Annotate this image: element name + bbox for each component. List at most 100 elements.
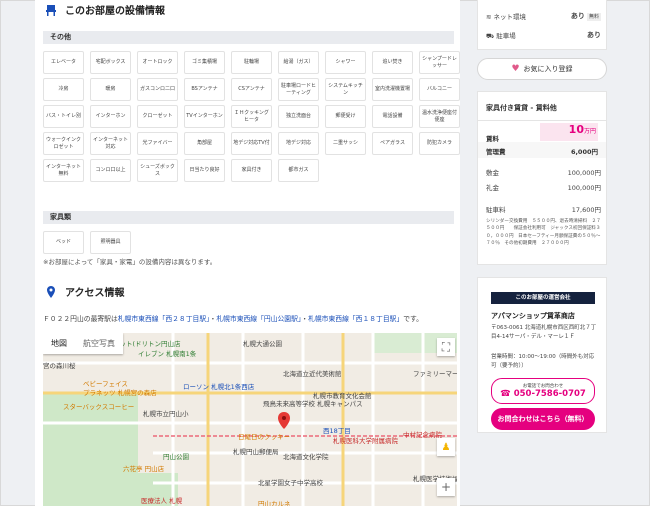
map-label: スターバックスコーヒー <box>63 403 135 411</box>
station-link-maruyama[interactable]: 札幌市東西線「円山公園駅」 <box>216 315 301 323</box>
equipment-item: ゴミ集積場 <box>184 51 225 74</box>
equipment-item: 光ファイバー <box>137 132 178 155</box>
map-tab-satellite[interactable]: 航空写真 <box>75 333 123 354</box>
mgmt-label: 管理費 <box>486 148 506 156</box>
category-furniture: 家具類 <box>43 211 454 224</box>
parking-fee-label: 駐車料 <box>486 206 506 214</box>
equipment-item: 駐輪場 <box>231 51 272 74</box>
map-type-tabs: 地図 航空写真 <box>43 333 123 354</box>
station-link-nishi18[interactable]: 札幌市東西線「西１８丁目駅」 <box>308 315 403 323</box>
access-suffix: です。 <box>403 315 423 323</box>
net-label: ≋ ネット環境 <box>486 13 527 21</box>
map-label: 札幌市教育文化会館 <box>313 392 372 400</box>
equipment-item: ペアガラス <box>372 132 413 155</box>
equipment-item: 二重サッシ <box>325 132 366 155</box>
equipment-item: コンロ口以上 <box>90 159 131 182</box>
map-label: ファミリーマート <box>413 370 457 378</box>
equipment-item: 追い焚き <box>372 51 413 74</box>
parking-fee-value: 17,600円 <box>571 206 601 214</box>
map-canvas[interactable] <box>43 333 457 506</box>
map-label: 日尾日のクッキー <box>238 433 290 441</box>
map-pin-icon <box>47 285 55 298</box>
equipment-item: BSアンテナ <box>184 78 225 101</box>
main-content: このお部屋の設備情報 その他 エレベータ 宅配ボックス オートロック ゴミ集積場 駐輪場… <box>35 0 460 506</box>
equipment-item: TVインターホン <box>184 105 225 128</box>
access-section-title: アクセス情報 <box>45 284 125 299</box>
free-badge: 無料 <box>586 13 601 21</box>
equipment-item: バルコニー <box>419 78 460 101</box>
access-prefix: Ｆ０２２円山の最寄駅は <box>43 315 118 323</box>
net-row: ≋ ネット環境 あり 無料 <box>486 11 601 21</box>
contact-button[interactable]: お問合わせはこちら（無料） <box>491 408 595 430</box>
equipment-item: 給湯（ガス） <box>278 51 319 74</box>
shop-address: 〒063-0061 北海道札幌市西区西町北７丁目4-14サーパ・デル・マーレ１Ｆ <box>491 325 597 340</box>
map-tab-map[interactable]: 地図 <box>43 333 75 354</box>
parking-label: ⛟ 駐車場 <box>486 32 516 40</box>
equipment-item: 角部屋 <box>184 132 225 155</box>
rent-unit: 万円 <box>583 128 596 135</box>
chair-icon <box>46 4 56 16</box>
pegman-icon[interactable]: ♟ <box>437 438 455 456</box>
equipment-item: 温水洗浄便座付便座 <box>419 105 460 128</box>
favorite-label: お気に入り登録 <box>523 65 573 73</box>
equipment-item: オートロック <box>137 51 178 74</box>
equipment-item: エレベータ <box>43 51 84 74</box>
equipment-item: システムキッチン <box>325 78 366 101</box>
equipment-item: 暖房 <box>90 78 131 101</box>
zoom-in-button[interactable]: + <box>437 478 455 496</box>
category-other: その他 <box>43 31 454 44</box>
mgmt-row: 管理費 6,000円 <box>478 142 606 158</box>
equipment-item: 宅配ボックス <box>90 51 131 74</box>
map-label: 北海道立近代美術館 <box>283 370 342 378</box>
equipment-grid: エレベータ 宅配ボックス オートロック ゴミ集積場 駐輪場 給湯（ガス） シャワー 追い焚きシ… <box>43 51 460 182</box>
equipment-item: 駐車場ロードヒーティング <box>278 78 319 101</box>
favorite-button[interactable]: ♥ お気に入り登録 <box>477 58 607 80</box>
phone-number: 050-7586-0707 <box>513 389 586 399</box>
station-link-nishi28[interactable]: 札幌市東西線「西２８丁目駅」 <box>118 315 210 323</box>
rent-value: 10 <box>568 123 584 136</box>
map-label: プラネッツ 札幌宮の森店 <box>83 389 157 397</box>
key-money-value: 100,000円 <box>567 184 601 192</box>
map-label: 医療法人 札幌 <box>141 497 183 505</box>
access-title: アクセス情報 <box>65 288 125 299</box>
map-label: 札幌円山郵便局 <box>233 448 279 456</box>
rent-block: 賃料 10万円 管理費 6,000円 <box>478 120 606 158</box>
mgmt-value: 6,000円 <box>570 148 598 156</box>
map-label: 六花亭 円山店 <box>123 465 165 473</box>
map-label: 円山カルネ <box>258 500 291 506</box>
equipment-item: 室内洗濯機置場 <box>372 78 413 101</box>
fee-note: シリンダー交換費用 ５５００円、退去時清掃料 ２７５００円 保証会社利用可 ジャ… <box>486 219 601 247</box>
google-map[interactable]: ロット(ドリトン円山店 イレブン 札幌南1条 札幌大通公園 北海道立近代美術館 … <box>43 333 457 506</box>
phone-button[interactable]: お電話でお問合わせ ☎ 050-7586-0707 <box>491 378 595 404</box>
furniture-item: ベッド <box>43 231 84 254</box>
map-label: 西18丁目 <box>323 427 351 435</box>
furniture-grid: ベッド 照明器具 <box>43 231 460 254</box>
equipment-item: ＩＨクッキングヒータ <box>231 105 272 128</box>
deposit-value: 100,000円 <box>567 169 601 177</box>
parking-row: ⛟ 駐車場 あり <box>486 30 601 41</box>
phone-icon: ☎ <box>500 389 514 399</box>
fullscreen-icon[interactable]: ⛶ <box>437 338 455 356</box>
equipment-item: 地デジ対応TV付 <box>231 132 272 155</box>
equipment-item: シューズボックス <box>137 159 178 182</box>
wifi-icon: ≋ <box>486 13 494 21</box>
map-label: 札幌医科大学附属病院 <box>333 437 398 445</box>
equipment-item: クローゼット <box>137 105 178 128</box>
equipment-section-title: このお部屋の設備情報 <box>45 2 165 17</box>
parking-value: あり <box>587 31 601 39</box>
equipment-item: 電話設備 <box>372 105 413 128</box>
map-label: ローソン 札幌北1条西店 <box>183 383 255 391</box>
map-label: 北星学園女子中学高校 <box>258 479 323 487</box>
shop-hours: 営業時間：10:00～19:00（時間外も対応可（要予約）） <box>491 354 595 369</box>
shop-header: このお部屋の運営会社 <box>491 292 595 304</box>
equipment-item: 日当たり良好 <box>184 159 225 182</box>
shop-name[interactable]: アパマンショップ賃革商店 <box>491 311 575 321</box>
key-money-label: 礼金 <box>486 184 499 192</box>
map-label: 札幌大通公園 <box>243 340 282 348</box>
net-value: あり 無料 <box>570 12 601 21</box>
equipment-item: シャワー <box>325 51 366 74</box>
equipment-item: 郵便受け <box>325 105 366 128</box>
equipment-item: 独立洗面台 <box>278 105 319 128</box>
equipment-note: ※お部屋によって「家具・家電」の設備内容は異なります。 <box>43 258 217 266</box>
equipment-item: 冷房 <box>43 78 84 101</box>
